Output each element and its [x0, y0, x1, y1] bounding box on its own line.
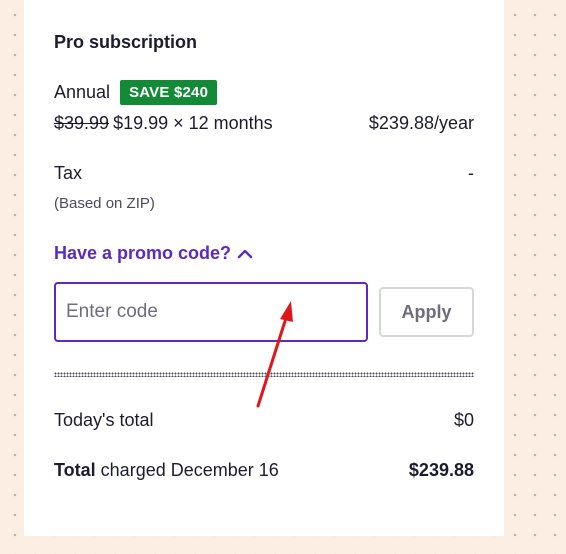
chevron-up-icon [237, 249, 253, 259]
save-badge: SAVE $240 [120, 80, 218, 105]
todays-total-row: Today's total $0 [54, 410, 474, 431]
price-breakdown: $39.99 $19.99 × 12 months [54, 113, 273, 134]
plan-title: Pro subscription [54, 32, 198, 52]
tax-value: - [468, 163, 474, 183]
promo-toggle-label: Have a promo code? [54, 243, 232, 263]
tax-note: (Based on ZIP) [54, 195, 155, 212]
billing-label: Annual [54, 82, 111, 102]
apply-button[interactable]: Apply [379, 287, 474, 337]
yearly-price: $239.88/year [368, 113, 474, 133]
charged-total-label: charged December 16 [95, 460, 279, 480]
subscription-summary-card: Pro subscription Annual SAVE $240 $39.99… [24, 0, 504, 536]
todays-total-value: $0 [453, 410, 474, 430]
old-price: $39.99 [54, 113, 110, 133]
tax-label: Tax [54, 163, 83, 183]
promo-code-toggle[interactable]: Have a promo code? [54, 243, 253, 264]
divider [54, 372, 474, 377]
billing-row: Annual SAVE $240 [54, 80, 218, 105]
charged-total-row: Total charged December 16 $239.88 [54, 460, 474, 481]
charged-total-text: Total charged December 16 [54, 460, 279, 481]
todays-total-label: Today's total [54, 410, 154, 430]
charged-total-value: $239.88 [408, 460, 474, 480]
charged-total-bold: Total [54, 460, 96, 480]
price-row: $39.99 $19.99 × 12 months $239.88/year [54, 113, 474, 134]
promo-code-input[interactable] [54, 282, 368, 342]
tax-row: Tax - [54, 163, 474, 184]
price-detail: $19.99 × 12 months [113, 113, 273, 133]
